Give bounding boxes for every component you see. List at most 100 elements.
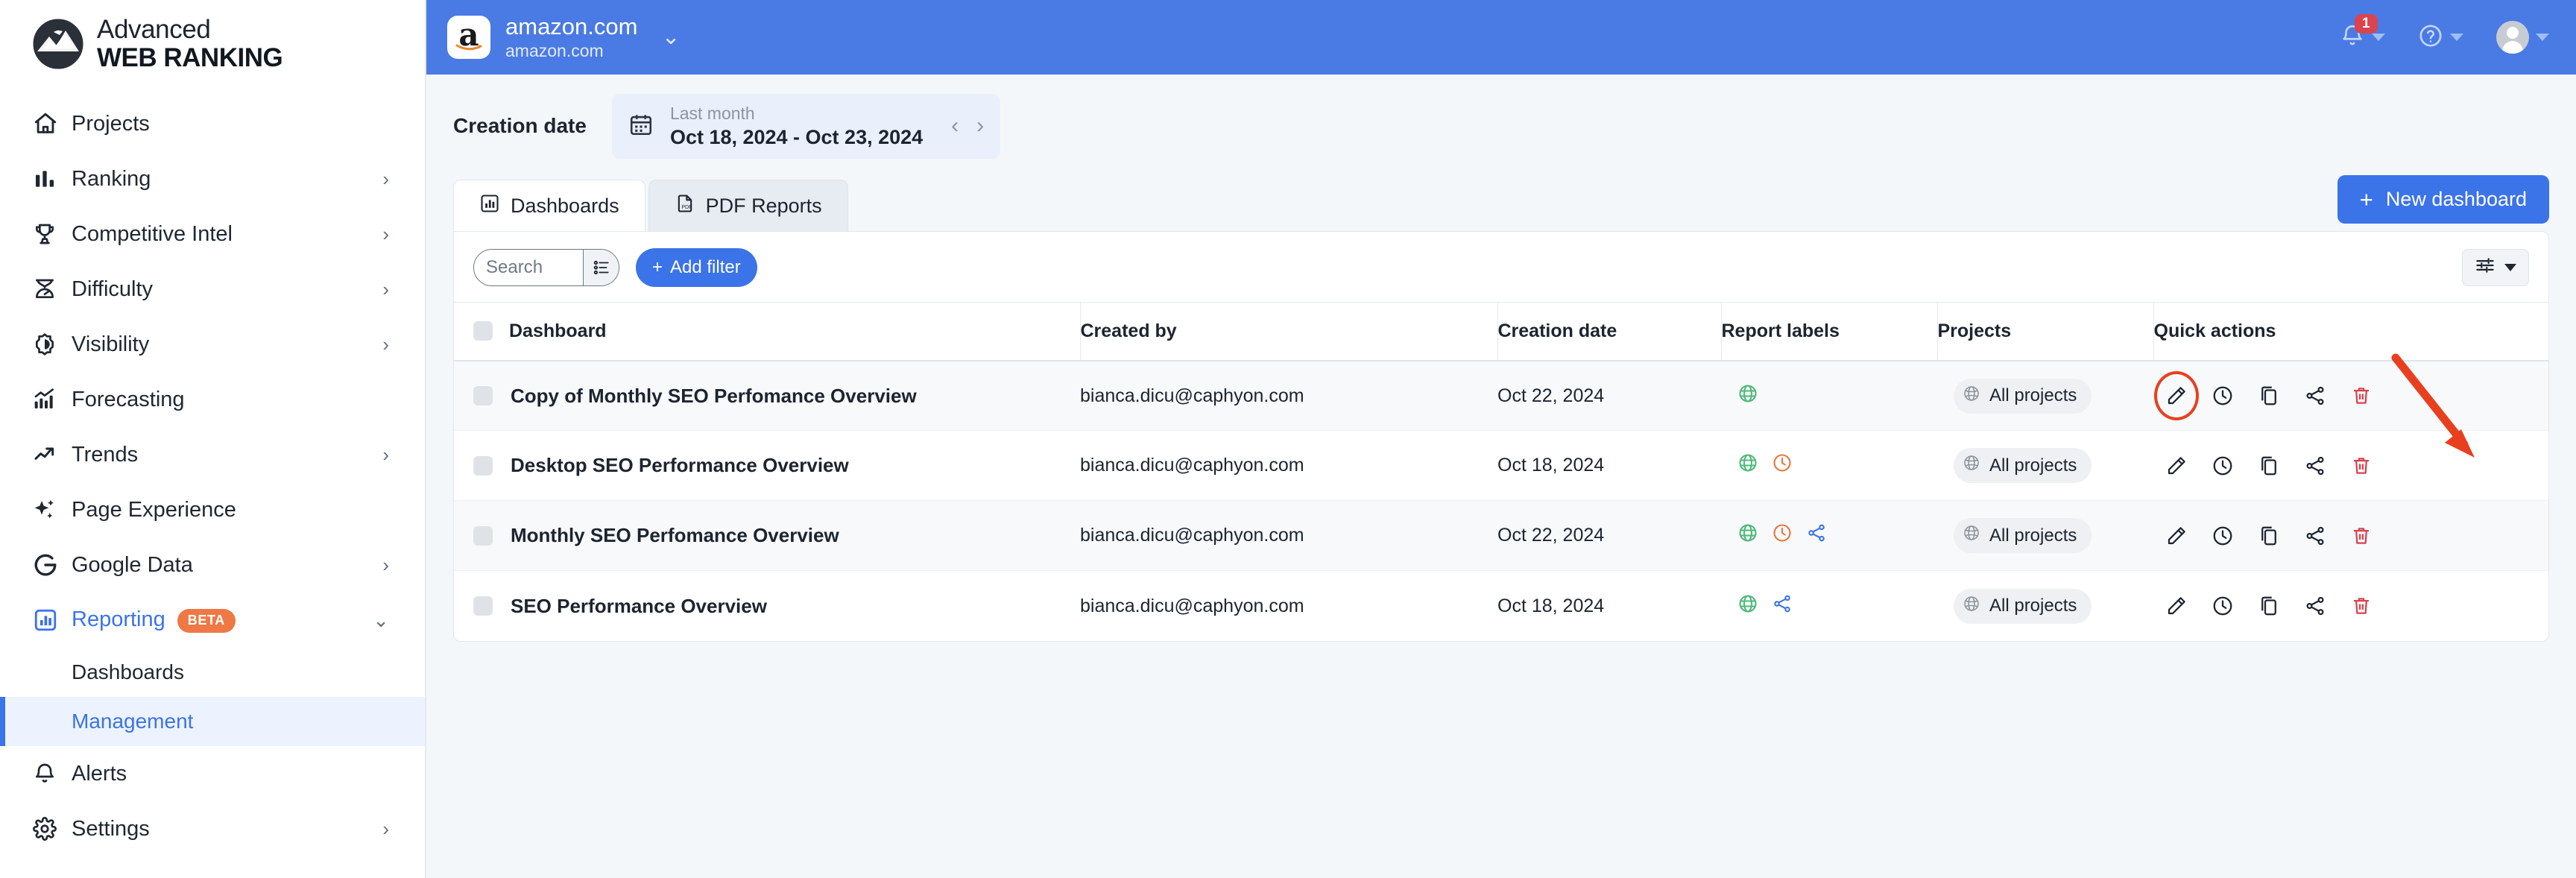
app-logo[interactable]: Advanced WEB RANKING xyxy=(0,0,425,90)
duplicate-dashboard-button[interactable] xyxy=(2256,383,2282,408)
share-label-icon[interactable] xyxy=(1806,522,1827,549)
sidebar-item-page-experience[interactable]: Page Experience xyxy=(0,482,425,537)
project-badge[interactable]: All projects xyxy=(1954,378,2092,414)
duplicate-dashboard-button[interactable] xyxy=(2256,453,2282,479)
cell-report-labels xyxy=(1721,430,1937,502)
sidebar-item-projects[interactable]: Projects xyxy=(0,96,425,151)
table-row[interactable]: Desktop SEO Performance Overview bianca.… xyxy=(454,430,2548,502)
search-box[interactable] xyxy=(473,248,619,286)
share-dashboard-button[interactable] xyxy=(2302,453,2328,479)
sidebar-item-ranking[interactable]: Ranking › xyxy=(0,151,425,206)
column-header-created-by[interactable]: Created by xyxy=(1080,301,1498,361)
search-input[interactable] xyxy=(474,249,583,285)
clock-label-icon[interactable] xyxy=(1772,522,1793,549)
column-header-dashboard[interactable]: Dashboard xyxy=(454,301,1081,361)
globe-label-icon[interactable] xyxy=(1737,452,1758,479)
amazon-favicon-icon: a xyxy=(447,15,490,59)
row-checkbox[interactable] xyxy=(473,596,493,616)
table-row[interactable]: Copy of Monthly SEO Perfomance Overview … xyxy=(454,360,2548,432)
sidebar-item-management[interactable]: Management xyxy=(0,697,425,746)
sidebar-item-google-data[interactable]: Google Data › xyxy=(0,537,425,593)
help-button[interactable] xyxy=(2418,23,2463,52)
list-settings-icon[interactable] xyxy=(583,249,619,285)
globe-label-icon[interactable] xyxy=(1737,593,1758,619)
sidebar-item-trends[interactable]: Trends › xyxy=(0,427,425,482)
row-checkbox[interactable] xyxy=(473,525,493,546)
notifications-button[interactable]: 1 xyxy=(2340,13,2385,52)
cell-projects: All projects xyxy=(1937,430,2153,502)
chevron-down-icon[interactable] xyxy=(2536,34,2549,41)
sidebar-item-dashboards[interactable]: Dashboards xyxy=(0,648,425,697)
site-selector[interactable]: a amazon.com amazon.com ⌄ xyxy=(447,13,681,60)
dashboard-name[interactable]: Copy of Monthly SEO Perfomance Overview xyxy=(511,385,917,408)
select-all-checkbox[interactable] xyxy=(473,321,493,341)
globe-label-icon[interactable] xyxy=(1737,383,1758,409)
date-range-picker[interactable]: Last month Oct 18, 2024 - Oct 23, 2024 ‹… xyxy=(611,94,1001,159)
column-settings-button[interactable] xyxy=(2462,248,2529,286)
edit-dashboard-button[interactable] xyxy=(2164,453,2189,479)
row-checkbox[interactable] xyxy=(473,455,493,476)
sidebar-item-difficulty[interactable]: Difficulty › xyxy=(0,262,425,317)
row-checkbox[interactable] xyxy=(473,386,493,406)
schedule-dashboard-button[interactable] xyxy=(2210,523,2235,549)
chevron-right-icon: › xyxy=(382,333,389,356)
edit-dashboard-button[interactable] xyxy=(2164,593,2189,619)
cell-report-labels xyxy=(1721,360,1937,432)
chevron-down-icon[interactable] xyxy=(2372,34,2385,41)
sidebar-item-competitive-intel[interactable]: Competitive Intel › xyxy=(0,206,425,262)
globe-label-icon[interactable] xyxy=(1737,522,1758,549)
table-row[interactable]: SEO Performance Overview bianca.dicu@cap… xyxy=(454,571,2548,641)
share-label-icon[interactable] xyxy=(1772,593,1793,619)
edit-dashboard-button[interactable] xyxy=(2164,383,2189,408)
user-menu[interactable] xyxy=(2496,21,2549,54)
calendar-icon xyxy=(628,112,654,141)
sidebar-item-reporting[interactable]: Reporting BETA ⌄ xyxy=(0,593,425,648)
dashboards-card: + Add filter xyxy=(453,230,2549,642)
share-dashboard-button[interactable] xyxy=(2302,593,2328,619)
schedule-dashboard-button[interactable] xyxy=(2210,593,2235,619)
column-header-projects[interactable]: Projects xyxy=(1937,301,2154,361)
delete-dashboard-button[interactable] xyxy=(2349,593,2374,619)
cell-creation-date: Oct 18, 2024 xyxy=(1497,430,1721,502)
duplicate-dashboard-button[interactable] xyxy=(2256,593,2282,619)
project-badge[interactable]: All projects xyxy=(1954,588,2092,624)
add-filter-button[interactable]: + Add filter xyxy=(636,247,757,287)
duplicate-dashboard-button[interactable] xyxy=(2256,523,2282,549)
new-dashboard-button[interactable]: + New dashboard xyxy=(2337,174,2549,224)
schedule-dashboard-button[interactable] xyxy=(2210,383,2235,408)
delete-dashboard-button[interactable] xyxy=(2349,453,2374,479)
sidebar-item-forecasting[interactable]: Forecasting xyxy=(0,372,425,427)
clock-label-icon[interactable] xyxy=(1772,452,1793,479)
chevron-down-icon[interactable] xyxy=(2450,34,2463,41)
share-dashboard-button[interactable] xyxy=(2302,523,2328,549)
column-header-quick-actions[interactable]: Quick actions xyxy=(2153,301,2548,361)
bar-chart-icon xyxy=(479,193,500,219)
tab-pdf-reports[interactable]: PDF PDF Reports xyxy=(648,179,848,231)
column-header-report-labels[interactable]: Report labels xyxy=(1721,301,1938,361)
column-header-creation-date[interactable]: Creation date xyxy=(1497,301,1722,361)
dashboard-name[interactable]: Desktop SEO Performance Overview xyxy=(511,454,849,477)
chevron-right-icon: › xyxy=(382,278,389,300)
table-row[interactable]: Monthly SEO Perfomance Overview bianca.d… xyxy=(454,500,2548,572)
prev-period-button[interactable]: ‹ xyxy=(951,113,959,139)
dashboard-name[interactable]: Monthly SEO Perfomance Overview xyxy=(511,524,839,547)
sidebar-nav: Projects Ranking › Competitive Intel › D… xyxy=(0,96,425,856)
sidebar-item-label: Alerts xyxy=(72,761,127,786)
schedule-dashboard-button[interactable] xyxy=(2210,453,2235,479)
project-badge[interactable]: All projects xyxy=(1954,448,2092,484)
sidebar-item-alerts[interactable]: Alerts xyxy=(0,746,425,801)
project-badge[interactable]: All projects xyxy=(1954,518,2092,554)
tab-label: Dashboards xyxy=(511,194,619,217)
delete-dashboard-button[interactable] xyxy=(2349,383,2374,408)
edit-dashboard-button[interactable] xyxy=(2164,523,2189,549)
delete-dashboard-button[interactable] xyxy=(2349,523,2374,549)
dashboard-name[interactable]: SEO Performance Overview xyxy=(511,595,767,618)
next-period-button[interactable]: › xyxy=(976,113,984,139)
sidebar-item-visibility[interactable]: Visibility › xyxy=(0,317,425,372)
tab-dashboards[interactable]: Dashboards xyxy=(453,179,645,231)
share-dashboard-button[interactable] xyxy=(2302,383,2328,408)
cell-dashboard: Desktop SEO Performance Overview xyxy=(454,430,1080,502)
chevron-down-icon[interactable]: ⌄ xyxy=(661,24,680,50)
sidebar-item-settings[interactable]: Settings › xyxy=(0,801,425,856)
chevron-down-icon: ⌄ xyxy=(373,609,389,631)
